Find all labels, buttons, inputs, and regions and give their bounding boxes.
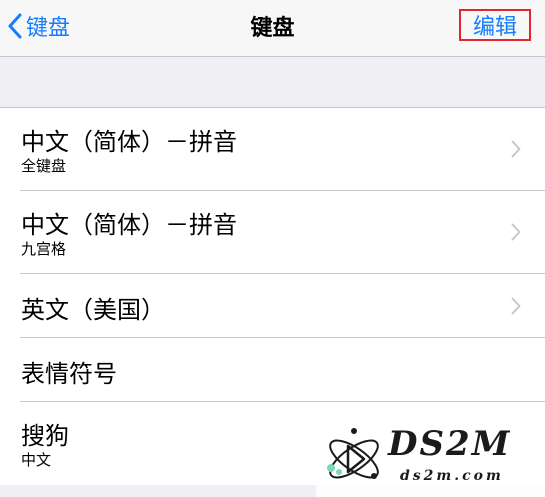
list-item-title: 中文（简体）－拼音	[21, 128, 237, 156]
list-item-emoji[interactable]: 表情符号	[0, 338, 545, 402]
chevron-right-icon	[511, 140, 521, 158]
list-item-subtitle: 九宫格	[21, 240, 67, 258]
watermark-name: DS2M	[388, 424, 512, 464]
watermark: DS2M ds2m.com	[316, 420, 545, 497]
chevron-right-icon	[511, 223, 521, 241]
keyboard-settings-screen: 键盘 键盘 编辑 中文（简体）－拼音 全键盘 中文（简体）－拼音 九宫格 英文（…	[0, 0, 545, 497]
list-item-subtitle: 全键盘	[21, 157, 67, 175]
edit-button[interactable]: 编辑	[459, 9, 531, 41]
list-item-subtitle: 中文	[21, 451, 52, 469]
list-item-english-us[interactable]: 英文（美国）	[0, 274, 545, 338]
atom-logo-icon	[327, 428, 379, 479]
navigation-bar: 键盘 键盘 编辑	[0, 0, 545, 57]
watermark-url: ds2m.com	[400, 468, 504, 484]
list-item-title: 英文（美国）	[21, 296, 165, 324]
list-item-pinyin-nine-grid[interactable]: 中文（简体）－拼音 九宫格	[0, 191, 545, 274]
list-item-title: 表情符号	[21, 360, 117, 388]
list-item-title: 中文（简体）－拼音	[21, 211, 237, 239]
list-item-pinyin-full[interactable]: 中文（简体）－拼音 全键盘	[0, 108, 545, 191]
list-item-title: 搜狗	[21, 422, 69, 450]
chevron-right-icon	[511, 297, 521, 315]
